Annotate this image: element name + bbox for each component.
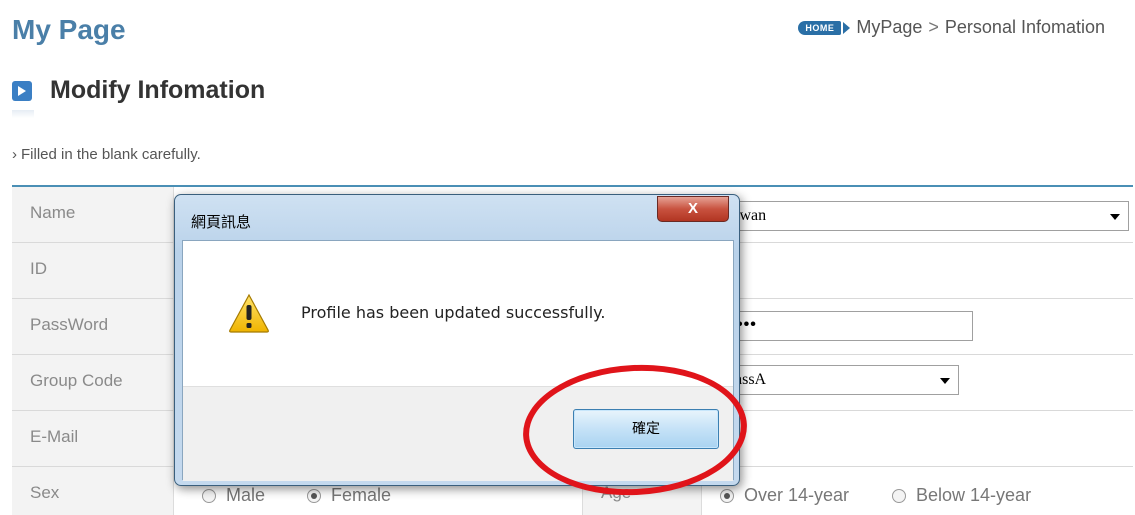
group-code-label: Group Code	[12, 355, 174, 410]
age-radio-over-14[interactable]: Over 14-year	[720, 485, 849, 506]
breadcrumb-item-personal-information: Personal Infomation	[944, 17, 1105, 37]
sex-option-male: Male	[226, 485, 266, 505]
alert-dialog: 網頁訊息 X Profile has been updated successf…	[174, 194, 740, 486]
dialog-footer: 確定	[183, 386, 733, 481]
id-label: ID	[12, 243, 174, 298]
chevron-down-icon	[940, 378, 950, 384]
name-label: Name	[12, 187, 174, 242]
password-input[interactable]: •••	[730, 311, 973, 341]
radio-male[interactable]	[202, 488, 216, 503]
age-option-below-14: Below 14-year	[916, 485, 1032, 505]
sex-radio-female[interactable]: Female	[307, 485, 391, 506]
breadcrumb-item-mypage[interactable]: MyPage	[856, 17, 922, 38]
home-badge[interactable]: HOME	[798, 20, 842, 35]
sex-option-female: Female	[331, 485, 392, 505]
email-label: E-Mail	[12, 411, 174, 466]
section-title: Modify Infomation	[12, 76, 265, 105]
section-title-text: Modify Infomation	[50, 76, 266, 104]
dialog-title: 網頁訊息	[191, 213, 252, 231]
dialog-message: Profile has been updated successfully.	[301, 303, 606, 322]
age-radio-below-14[interactable]: Below 14-year	[892, 485, 1031, 506]
ok-button[interactable]: 確定	[573, 409, 719, 449]
dialog-body: Profile has been updated successfully.	[183, 241, 733, 386]
sex-label: Sex	[12, 467, 174, 515]
name-select[interactable]: iwan	[730, 201, 1129, 231]
radio-below-14[interactable]	[892, 488, 906, 503]
sex-radio-male[interactable]: Male	[202, 485, 265, 506]
group-code-select[interactable]: assA	[730, 365, 959, 395]
breadcrumb-separator: >	[928, 17, 939, 37]
form-hint: Filled in the blank carefully.	[12, 146, 201, 163]
radio-over-14[interactable]	[720, 488, 734, 503]
chevron-down-icon	[1110, 214, 1120, 220]
dialog-client-area: Profile has been updated successfully. 確…	[182, 240, 734, 481]
crumb-arrow-icon	[843, 21, 851, 34]
close-button[interactable]: X	[657, 196, 729, 222]
section-underline	[12, 110, 34, 118]
breadcrumb: HOME MyPage > Personal Infomation	[798, 17, 1105, 38]
play-square-icon	[12, 80, 32, 101]
password-label: PassWord	[12, 299, 174, 354]
radio-female[interactable]	[307, 488, 321, 503]
page-title: My Page	[12, 14, 126, 45]
warning-icon	[229, 293, 269, 333]
age-option-over-14: Over 14-year	[744, 485, 850, 505]
